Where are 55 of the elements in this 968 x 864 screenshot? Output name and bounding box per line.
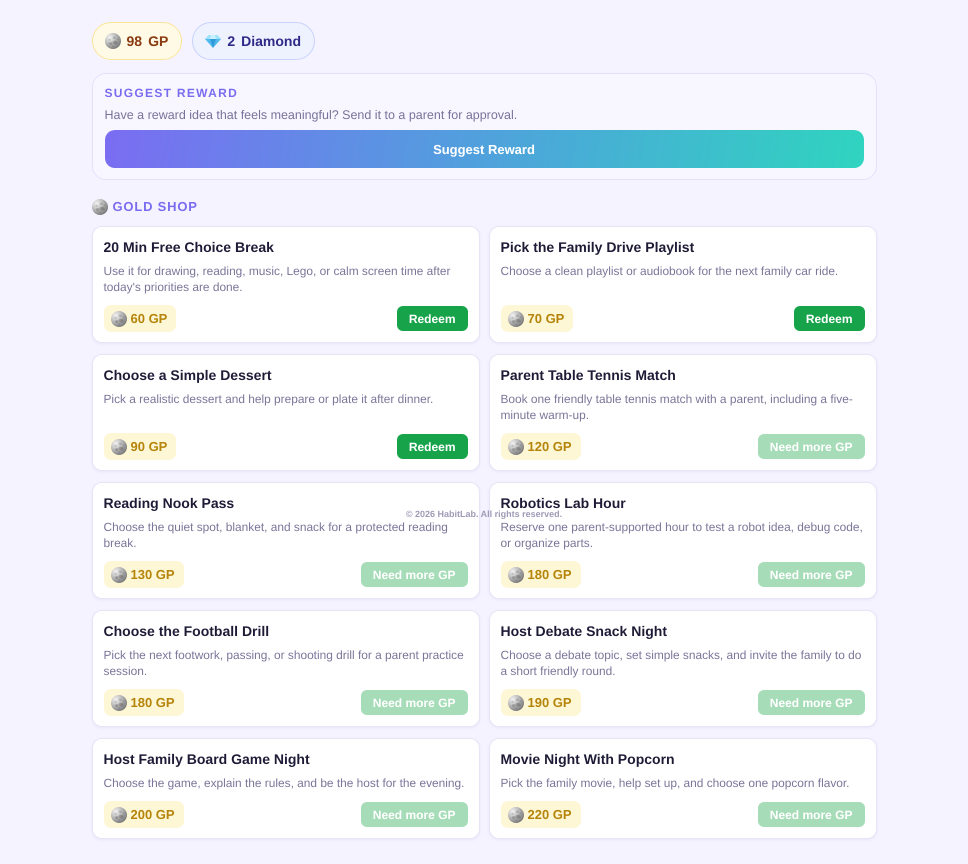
reward-description: Pick the family movie, help set up, and choose one popcorn flavor. bbox=[500, 775, 850, 791]
reward-title: Robotics Lab Hour bbox=[500, 495, 626, 511]
reward-title: 20 Min Free Choice Break bbox=[104, 239, 274, 255]
reward-title: Choose the Football Drill bbox=[104, 623, 270, 639]
balance-amount: 2 bbox=[227, 33, 236, 49]
reward-title: Parent Table Tennis Match bbox=[500, 367, 676, 383]
reward-title: Pick the Family Drive Playlist bbox=[500, 239, 694, 255]
moon-icon bbox=[92, 199, 108, 215]
reward-description: Pick a realistic dessert and help prepare or plate it after dinner. bbox=[104, 391, 434, 407]
reward-description: Reserve one parent-supported hour to test a robot idea, debug code, or organize parts. bbox=[500, 519, 864, 551]
reward-description: Choose a debate topic, set simple snacks, and invite the family to do a short friendly round. bbox=[500, 647, 862, 679]
panel-description: Have a reward idea that feels meaningful? Send it to a parent for approval. bbox=[104, 108, 518, 123]
redeem-button[interactable]: Redeem bbox=[396, 434, 468, 459]
moon-icon bbox=[110, 438, 126, 454]
reward-title: Choose a Simple Dessert bbox=[104, 367, 272, 383]
copyright-text: © 2026 HabitLab. All rights reserved. bbox=[406, 510, 562, 518]
moon-icon bbox=[104, 33, 120, 49]
reward-description: Book one friendly table tennis match with a parent, including a five-minute warm-up. bbox=[500, 391, 854, 423]
moon-icon bbox=[508, 806, 524, 822]
reward-title: Movie Night With Popcorn bbox=[500, 751, 675, 767]
price-text: 120 GP bbox=[528, 439, 572, 454]
suggest-reward-button[interactable]: Suggest Reward bbox=[104, 130, 864, 168]
reward-description: Choose a clean playlist or audiobook for the next family car ride. bbox=[500, 263, 838, 279]
price-text: 70 GP bbox=[528, 311, 564, 326]
balance-amount: 98 bbox=[126, 33, 142, 49]
price-text: 190 GP bbox=[528, 695, 572, 710]
moon-icon bbox=[508, 694, 524, 710]
reward-title: Host Family Board Game Night bbox=[104, 751, 310, 767]
moon-icon bbox=[110, 694, 126, 710]
balance-unit: GP bbox=[148, 33, 168, 49]
price-text: 180 GP bbox=[130, 695, 175, 710]
price-text: 60 GP bbox=[130, 311, 168, 326]
gem-icon bbox=[205, 34, 222, 48]
moon-icon bbox=[110, 806, 126, 822]
redeem-button[interactable]: Redeem bbox=[396, 306, 468, 331]
reward-title: Host Debate Snack Night bbox=[500, 623, 667, 639]
price-text: 130 GP bbox=[130, 567, 175, 582]
price-text: 220 GP bbox=[528, 807, 572, 822]
balance-unit: Diamond bbox=[241, 33, 301, 49]
moon-icon bbox=[508, 438, 524, 454]
redeem-button[interactable]: Redeem bbox=[794, 306, 864, 331]
section-title: SUGGEST REWARD bbox=[104, 86, 240, 100]
price-text: 180 GP bbox=[528, 567, 572, 582]
reward-description: Choose the game, explain the rules, and be the host for the evening. bbox=[104, 775, 464, 791]
moon-icon bbox=[110, 310, 126, 326]
reward-title: Reading Nook Pass bbox=[104, 495, 234, 511]
reward-description: Choose the quiet spot, blanket, and snack for a protected reading break. bbox=[104, 519, 449, 551]
price-text: 200 GP bbox=[130, 807, 175, 822]
moon-icon bbox=[110, 566, 126, 582]
price-text: 90 GP bbox=[130, 439, 168, 454]
moon-icon bbox=[508, 310, 524, 326]
reward-description: Pick the next footwork, passing, or shooting drill for a parent practice session. bbox=[104, 647, 465, 679]
reward-description: Use it for drawing, reading, music, Lego, or calm screen time after today's priorities are done. bbox=[104, 263, 452, 295]
moon-icon bbox=[508, 566, 524, 582]
section-title: GOLD SHOP bbox=[112, 200, 198, 214]
